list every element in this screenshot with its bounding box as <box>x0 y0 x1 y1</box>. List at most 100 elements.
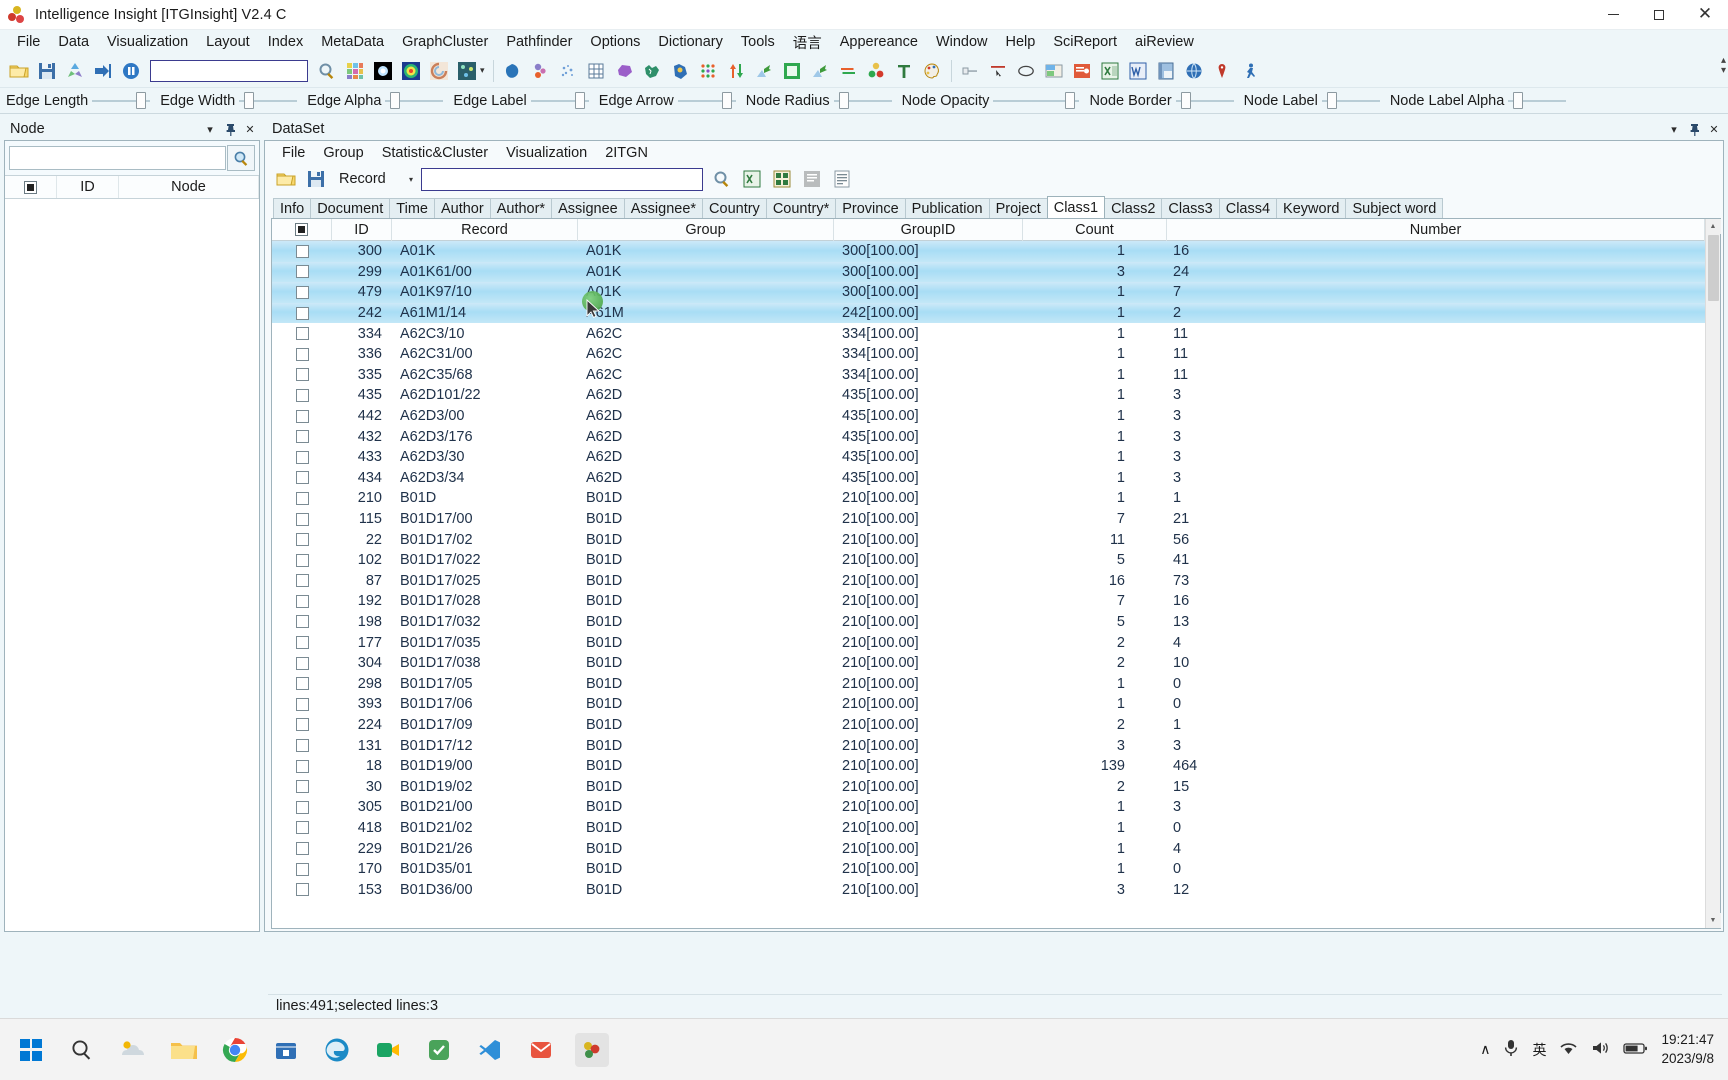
row-checkbox[interactable] <box>272 673 332 694</box>
tab-author-[interactable]: Author* <box>489 198 553 218</box>
menu-layout[interactable]: Layout <box>197 32 259 52</box>
scroll-up-arrow-icon[interactable]: ▲ <box>1705 219 1721 234</box>
ds-menu-2itgn[interactable]: 2ITGN <box>596 143 657 163</box>
dataset-search-magnifier-icon[interactable] <box>709 166 735 192</box>
row-checkbox[interactable] <box>272 426 332 447</box>
menu-window[interactable]: Window <box>927 32 997 52</box>
table-row[interactable]: 131 B01D17/12 B01D 210[100.00] 3 3 <box>272 735 1705 756</box>
toolbar-search-input[interactable] <box>150 59 308 82</box>
triangle-arrow-icon[interactable] <box>751 58 777 84</box>
ellipse-shape-icon[interactable] <box>1013 58 1039 84</box>
node-select-all-checkbox[interactable] <box>5 176 57 198</box>
row-checkbox[interactable] <box>272 262 332 283</box>
row-checkbox[interactable] <box>272 365 332 386</box>
taskbar-chrome-icon[interactable] <box>218 1033 252 1067</box>
menu-dictionary[interactable]: Dictionary <box>649 32 731 52</box>
slider-edge-alpha[interactable] <box>385 92 444 110</box>
triangle-arrow2-icon[interactable] <box>807 58 833 84</box>
table-row[interactable]: 177 B01D17/035 B01D 210[100.00] 2 4 <box>272 632 1705 653</box>
export-card-icon[interactable] <box>1041 58 1067 84</box>
save-icon[interactable] <box>34 58 60 84</box>
taskbar-search-icon[interactable] <box>65 1033 99 1067</box>
taskbar-vscode-icon[interactable] <box>473 1033 507 1067</box>
tab-assignee[interactable]: Assignee <box>551 198 625 218</box>
node-search-button[interactable] <box>227 145 255 171</box>
cluster-bubbles-icon[interactable] <box>527 58 553 84</box>
table-row[interactable]: 22 B01D17/02 B01D 210[100.00] 11 56 <box>272 529 1705 550</box>
dataset-matrix-icon[interactable] <box>769 166 795 192</box>
windows-start-button[interactable] <box>14 1033 48 1067</box>
updown-arrows-icon[interactable] <box>723 58 749 84</box>
dataset-pin-icon[interactable] <box>1684 119 1704 139</box>
row-checkbox[interactable] <box>272 344 332 365</box>
menu-tools[interactable]: Tools <box>732 32 784 52</box>
select-pointer-icon[interactable] <box>985 58 1011 84</box>
ds-menu-group[interactable]: Group <box>314 143 372 163</box>
row-checkbox[interactable] <box>272 406 332 427</box>
table-row[interactable]: 442 A62D3/00 A62D 435[100.00] 1 3 <box>272 406 1705 427</box>
import-arrow-icon[interactable] <box>90 58 116 84</box>
pin-icon[interactable] <box>220 119 240 139</box>
menu-appereance[interactable]: Appereance <box>831 32 927 52</box>
tab-class4[interactable]: Class4 <box>1218 198 1278 218</box>
table-row[interactable]: 305 B01D21/00 B01D 210[100.00] 1 3 <box>272 797 1705 818</box>
ds-menu-visualization[interactable]: Visualization <box>497 143 596 163</box>
table-row[interactable]: 87 B01D17/025 B01D 210[100.00] 16 73 <box>272 571 1705 592</box>
ruler-line-icon[interactable] <box>957 58 983 84</box>
row-checkbox[interactable] <box>272 797 332 818</box>
tab-province[interactable]: Province <box>835 198 906 218</box>
table-row[interactable]: 153 B01D36/00 B01D 210[100.00] 3 12 <box>272 879 1705 900</box>
blob-node-icon[interactable] <box>499 58 525 84</box>
scroll-thumb[interactable] <box>1707 235 1719 301</box>
row-checkbox[interactable] <box>272 509 332 530</box>
table-row[interactable]: 30 B01D19/02 B01D 210[100.00] 2 15 <box>272 776 1705 797</box>
slider-node-border[interactable] <box>1175 92 1234 110</box>
node-search-input[interactable] <box>9 146 226 170</box>
slider-knob[interactable] <box>136 92 147 109</box>
table-row[interactable]: 435 A62D101/22 A62D 435[100.00] 1 3 <box>272 385 1705 406</box>
tab-keyword[interactable]: Keyword <box>1276 198 1347 218</box>
table-row[interactable]: 336 A62C31/00 A62C 334[100.00] 1 11 <box>272 344 1705 365</box>
map-pin-region-icon[interactable] <box>667 58 693 84</box>
menu-help[interactable]: Help <box>997 32 1045 52</box>
grid-lattice-icon[interactable] <box>583 58 609 84</box>
taskbar-mail-icon[interactable] <box>524 1033 558 1067</box>
grid-vertical-scrollbar[interactable]: ▲ ▼ <box>1705 219 1721 928</box>
slider-knob[interactable] <box>574 92 585 109</box>
slider-node-radius[interactable] <box>833 92 892 110</box>
grid-col-id[interactable]: ID <box>332 219 392 241</box>
tray-microphone-icon[interactable] <box>1503 1039 1519 1061</box>
grid-col-number[interactable]: Number <box>1167 219 1705 241</box>
row-checkbox[interactable] <box>272 488 332 509</box>
dataset-field-combo[interactable]: Record ▾ <box>333 168 421 190</box>
dataset-list-export-icon[interactable] <box>829 166 855 192</box>
tab-class2[interactable]: Class2 <box>1104 198 1163 218</box>
slider-node-opacity[interactable] <box>993 92 1080 110</box>
world-map-icon[interactable] <box>639 58 665 84</box>
tray-battery-icon[interactable] <box>1623 1041 1648 1059</box>
taskbar-edge-icon[interactable] <box>320 1033 354 1067</box>
row-checkbox[interactable] <box>272 653 332 674</box>
tab-document[interactable]: Document <box>310 198 391 218</box>
tray-speaker-icon[interactable] <box>1591 1040 1610 1060</box>
dataset-open-folder-icon[interactable] <box>273 166 299 192</box>
row-checkbox[interactable] <box>272 879 332 900</box>
slider-knob[interactable] <box>244 92 255 109</box>
slider-node-label-alpha[interactable] <box>1508 92 1567 110</box>
taskbar-file-explorer-icon[interactable] <box>167 1033 201 1067</box>
heatmap-rings-icon[interactable] <box>398 58 424 84</box>
minimize-button[interactable] <box>1590 0 1636 30</box>
table-row[interactable]: 298 B01D17/05 B01D 210[100.00] 1 0 <box>272 673 1705 694</box>
tab-class3[interactable]: Class3 <box>1161 198 1220 218</box>
row-checkbox[interactable] <box>272 776 332 797</box>
row-checkbox[interactable] <box>272 529 332 550</box>
table-row[interactable]: 393 B01D17/06 B01D 210[100.00] 1 0 <box>272 694 1705 715</box>
report-red-icon[interactable] <box>1069 58 1095 84</box>
slider-edge-length[interactable] <box>92 92 151 110</box>
slider-node-label[interactable] <box>1321 92 1380 110</box>
tab-country-[interactable]: Country* <box>765 198 837 218</box>
taskbar-clock[interactable]: 19:21:47 2023/9/8 <box>1661 1031 1714 1067</box>
ds-menu-statistic-cluster[interactable]: Statistic&Cluster <box>373 143 497 163</box>
row-checkbox[interactable] <box>272 632 332 653</box>
menu-options[interactable]: Options <box>581 32 649 52</box>
